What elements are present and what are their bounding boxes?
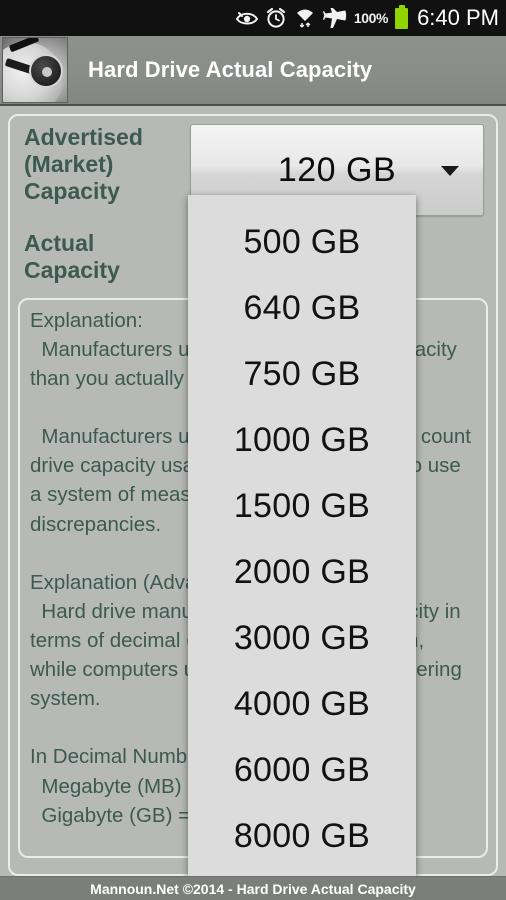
dropdown-option[interactable]: 8000 GB xyxy=(188,803,416,869)
dropdown-clipped-item[interactable]: 400 GB xyxy=(188,195,416,209)
dropdown-option[interactable]: 400 GB xyxy=(188,195,416,209)
app-title-bar: Hard Drive Actual Capacity xyxy=(0,36,506,106)
actual-capacity-label: Actual Capacity xyxy=(24,230,120,283)
status-clock: 6:40 PM xyxy=(417,5,499,30)
eye-icon xyxy=(235,10,258,26)
status-bar: 100% 6:40 PM xyxy=(0,0,506,36)
dropdown-option[interactable]: 750 GB xyxy=(188,341,416,407)
dropdown-option[interactable]: 640 GB xyxy=(188,275,416,341)
battery-full-icon xyxy=(395,4,409,29)
dropdown-option[interactable]: 4000 GB xyxy=(188,671,416,737)
advertised-capacity-label: Advertised (Market) Capacity xyxy=(24,124,143,204)
dropdown-option[interactable]: 1500 GB xyxy=(188,473,416,539)
footer-credit: Mannoun.Net ©2014 - Hard Drive Actual Ca… xyxy=(90,880,416,897)
battery-percent-label: 100% xyxy=(353,10,389,26)
chevron-down-icon xyxy=(441,166,459,176)
dropdown-option[interactable]: 2000 GB xyxy=(188,539,416,605)
page-title: Hard Drive Actual Capacity xyxy=(88,57,373,82)
dropdown-option[interactable]: 3000 GB xyxy=(188,605,416,671)
dropdown-option[interactable]: 1000 GB xyxy=(188,407,416,473)
wifi-icon xyxy=(294,8,316,28)
capacity-dropdown-list[interactable]: 400 GB 500 GB 640 GB 750 GB 1000 GB 1500… xyxy=(188,195,416,890)
spindle-hub-shape xyxy=(29,54,63,88)
advertised-capacity-value: 120 GB xyxy=(277,150,397,189)
dropdown-option[interactable]: 6000 GB xyxy=(188,737,416,803)
hard-drive-icon xyxy=(2,37,68,103)
alarm-clock-icon xyxy=(265,7,287,29)
dropdown-option[interactable]: 500 GB xyxy=(188,209,416,275)
footer-bar: Mannoun.Net ©2014 - Hard Drive Actual Ca… xyxy=(0,876,506,900)
airplane-mode-icon xyxy=(322,8,347,28)
